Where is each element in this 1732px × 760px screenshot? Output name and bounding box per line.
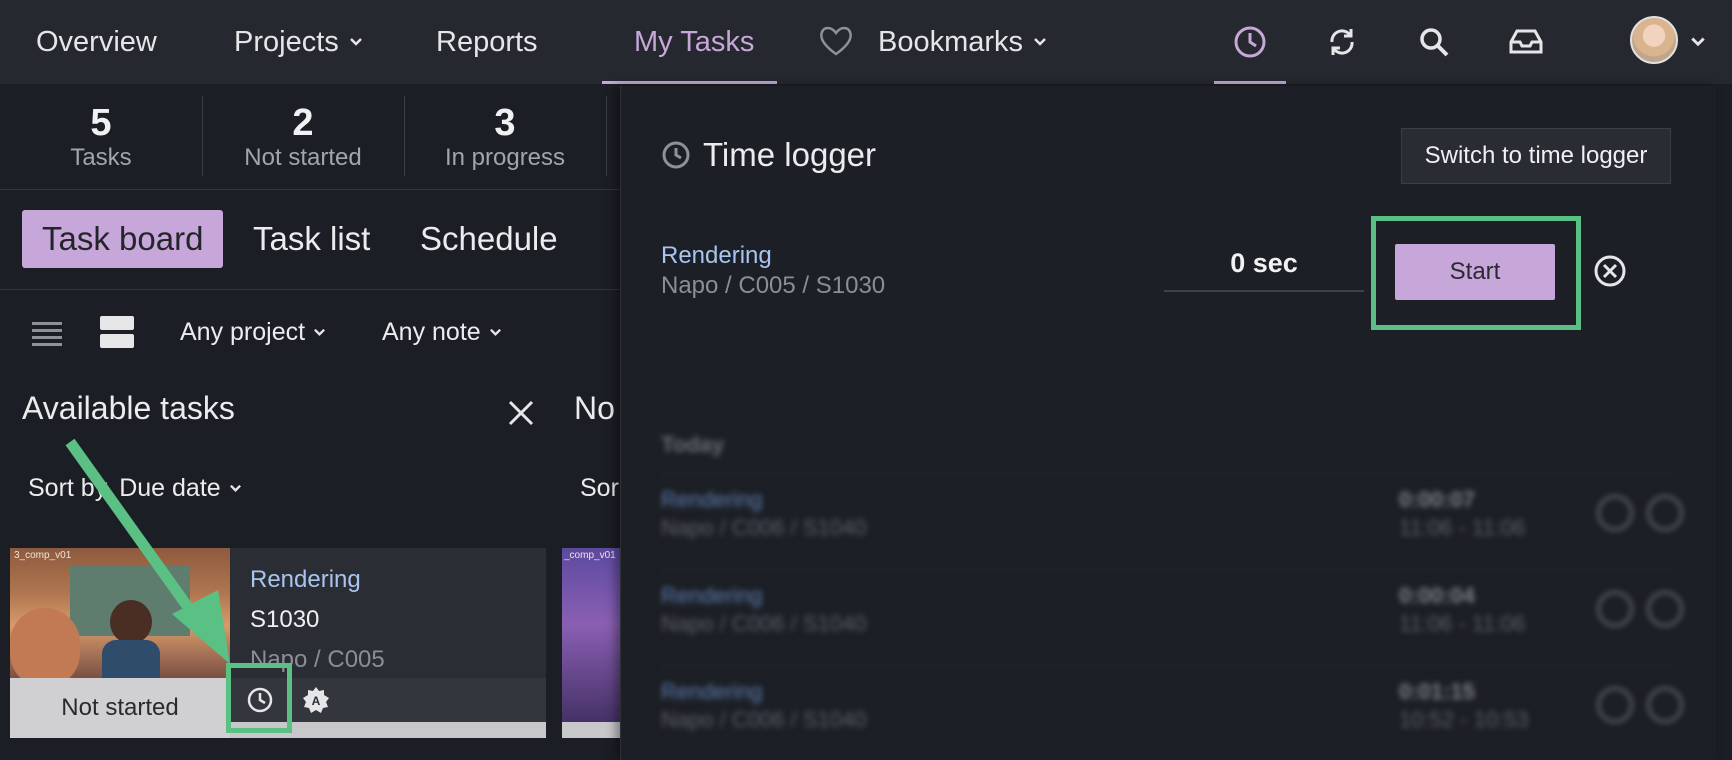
play-icon[interactable] [1647,591,1683,627]
clock-icon[interactable] [1228,20,1272,64]
highlight-start-box [1371,216,1581,330]
task-board-pane: 5 Tasks 2 Not started 3 In progress Task… [0,84,622,760]
nav-my-tasks[interactable]: My Tasks [634,0,754,84]
nav-my-tasks-label: My Tasks [634,25,755,58]
nav-reports[interactable]: Reports [436,0,538,84]
log-entry-range: 10:52 - 10:53 [1399,707,1529,732]
stop-icon[interactable] [1597,495,1633,531]
column-title-available: Available tasks [22,390,235,426]
active-tab-indicator [602,81,777,84]
log-entry[interactable]: Rendering Napo / C006 / S1040 0:01:15 10… [661,666,1683,760]
task-shot: S1030 [250,606,320,633]
stat-label: In progress [444,144,566,171]
card-view-icon[interactable] [100,316,134,348]
active-task-name[interactable]: Rendering [661,242,772,270]
stat-label: Tasks [70,144,132,171]
switch-to-time-logger-button[interactable]: Switch to time logger [1401,128,1671,184]
chevron-down-icon [1034,38,1046,46]
log-entry-name: Rendering [661,679,763,704]
log-entry-range: 11:06 - 11:06 [1399,515,1526,540]
log-entry-path: Napo / C006 / S1040 [661,707,867,732]
stat-value: 2 [292,102,314,144]
time-logger-panel: Time logger Switch to time logger Render… [620,86,1716,760]
nav-overview-label: Overview [36,25,157,58]
annotation-arrow [65,438,230,664]
chevron-down-icon [349,38,362,46]
close-circle-icon[interactable] [1593,254,1627,288]
stat-tasks: 5 Tasks [0,84,202,190]
list-view-icon[interactable] [32,320,62,346]
note-filter-label: Any note [382,317,481,346]
log-entry-path: Napo / C006 / S1040 [661,515,867,540]
chevron-down-icon [489,328,501,336]
play-icon[interactable] [1647,687,1683,723]
stat-not-started: 2 Not started [202,84,404,190]
nav-overview[interactable]: Overview [36,0,157,84]
heart-icon[interactable] [818,24,854,58]
stat-value: 5 [90,102,112,144]
log-entry[interactable]: Rendering Napo / C006 / S1040 0:00:07 11… [661,474,1683,570]
note-filter[interactable]: Any note [382,312,502,352]
log-entry-name: Rendering [661,487,763,512]
log-entry-range: 11:06 - 11:06 [1399,611,1526,636]
tab-task-board[interactable]: Task board [22,210,224,268]
today-heading: Today [661,432,725,457]
stat-value: 3 [494,102,516,144]
tab-label: Task list [253,220,371,257]
search-icon[interactable] [1412,20,1456,64]
close-icon[interactable] [508,400,534,426]
clock-active-indicator [1214,81,1286,84]
task-title[interactable]: Rendering [250,566,361,594]
log-entry-name: Rendering [661,583,763,608]
tab-task-list[interactable]: Task list [233,210,390,268]
sort-control-2[interactable]: Sor [580,474,619,503]
log-entry-duration: 0:01:15 [1399,679,1475,704]
column-title-next: No [574,390,615,426]
log-entry-duration: 0:00:07 [1399,487,1475,512]
divider [606,96,607,176]
badge-letter: A [312,694,321,708]
log-entry[interactable]: Rendering Napo / C006 / S1040 0:00:04 11… [661,570,1683,666]
stats-bar: 5 Tasks 2 Not started 3 In progress [0,84,620,190]
chevron-down-icon [314,328,326,336]
sync-icon[interactable] [1320,20,1364,64]
panel-title: Time logger [661,136,876,174]
stop-icon[interactable] [1597,591,1633,627]
stat-in-progress: 3 In progress [404,84,606,190]
tab-schedule[interactable]: Schedule [400,210,578,268]
stop-icon[interactable] [1597,687,1633,723]
task-card-2[interactable]: _comp_v01 [562,548,622,738]
clock-icon [662,141,690,169]
stat-label: Not started [244,144,362,171]
nav-reports-label: Reports [436,25,538,58]
log-entry-duration: 0:00:04 [1399,583,1475,608]
panel-title-text: Time logger [703,136,877,173]
tab-label: Task board [42,220,204,257]
nav-projects[interactable]: Projects [234,0,363,84]
thumbnail-tag: _comp_v01 [564,550,616,561]
tab-label: Schedule [420,220,558,257]
timer-display[interactable]: 0 sec [1164,248,1364,292]
project-filter-label: Any project [180,317,306,346]
status-badge[interactable]: Not started [10,678,230,738]
log-entry-path: Napo / C006 / S1040 [661,611,867,636]
active-task-path: Napo / C005 / S1030 [661,272,886,299]
chevron-down-icon[interactable] [1690,34,1706,50]
avatar[interactable] [1630,16,1678,64]
top-navigation: Overview Projects Reports My Tasks Bookm… [0,0,1732,84]
nav-bookmarks-label: Bookmarks [878,25,1024,58]
nav-bookmarks[interactable]: Bookmarks [878,0,1047,84]
nav-projects-label: Projects [234,25,339,58]
inbox-icon[interactable] [1504,20,1548,64]
play-icon[interactable] [1647,495,1683,531]
auto-badge-icon: A [303,687,329,713]
project-filter[interactable]: Any project [180,312,326,352]
